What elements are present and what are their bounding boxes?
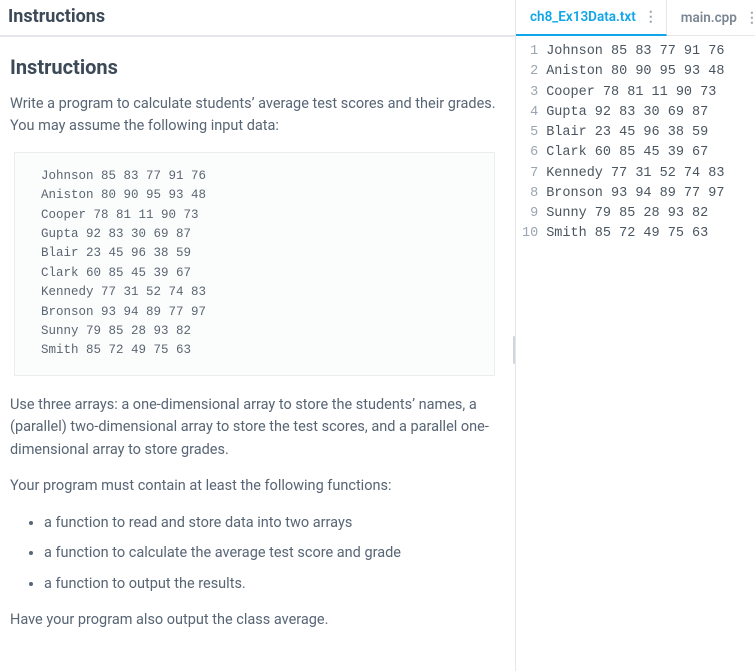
code-line[interactable]: Aniston 80 90 95 93 48 bbox=[546, 62, 755, 82]
line-number: 7 bbox=[522, 164, 538, 184]
code-line[interactable]: Bronson 93 94 89 77 97 bbox=[546, 184, 755, 204]
tab-bar: ch8_Ex13Data.txt ⋮ main.cpp ⋮ bbox=[516, 0, 755, 36]
line-number: 2 bbox=[522, 62, 538, 82]
requirement-item: a function to output the results. bbox=[44, 573, 499, 595]
intro-paragraph: Write a program to calculate students’ a… bbox=[10, 93, 499, 138]
line-number: 10 bbox=[522, 224, 538, 244]
sample-data-block: Johnson 85 83 77 91 76 Aniston 80 90 95 … bbox=[14, 152, 495, 376]
tab-ch8-ex13data-txt[interactable]: ch8_Ex13Data.txt ⋮ bbox=[516, 0, 667, 36]
pane-header: Instructions bbox=[0, 0, 515, 37]
code-line[interactable]: Johnson 85 83 77 91 76 bbox=[546, 42, 755, 62]
line-number: 9 bbox=[522, 204, 538, 224]
code-line[interactable]: Gupta 92 83 30 69 87 bbox=[546, 103, 755, 123]
line-number: 8 bbox=[522, 184, 538, 204]
editor-pane: ch8_Ex13Data.txt ⋮ main.cpp ⋮ 12345678910 J… bbox=[516, 0, 755, 671]
tab-label: main.cpp bbox=[681, 10, 737, 26]
line-number: 3 bbox=[522, 83, 538, 103]
arrays-paragraph: Use three arrays: a one-dimensional arra… bbox=[10, 394, 499, 461]
requirement-item: a function to read and store data into t… bbox=[44, 512, 499, 534]
tab-label: ch8_Ex13Data.txt bbox=[530, 9, 636, 25]
line-number: 1 bbox=[522, 42, 538, 62]
more-icon[interactable]: ⋮ bbox=[642, 10, 660, 24]
requirement-item: a function to calculate the average test… bbox=[44, 542, 499, 564]
pane-resize-handle[interactable] bbox=[513, 336, 516, 364]
code-line[interactable]: Smith 85 72 49 75 63 bbox=[546, 224, 755, 244]
code-line[interactable]: Kennedy 77 31 52 74 83 bbox=[546, 164, 755, 184]
code-content[interactable]: Johnson 85 83 77 91 76Aniston 80 90 95 9… bbox=[546, 42, 755, 671]
line-number: 6 bbox=[522, 143, 538, 163]
requirements-list: a function to read and store data into t… bbox=[10, 512, 499, 595]
code-line[interactable]: Clark 60 85 45 39 67 bbox=[546, 143, 755, 163]
line-number: 4 bbox=[522, 103, 538, 123]
instructions-body: Instructions Write a program to calculat… bbox=[0, 37, 515, 665]
more-icon[interactable]: ⋮ bbox=[743, 11, 755, 25]
app-container: Instructions Instructions Write a progra… bbox=[0, 0, 755, 671]
instructions-pane: Instructions Instructions Write a progra… bbox=[0, 0, 516, 671]
code-editor[interactable]: 12345678910 Johnson 85 83 77 91 76Anisto… bbox=[516, 36, 755, 671]
class-average-paragraph: Have your program also output the class … bbox=[10, 609, 499, 631]
code-line[interactable]: Cooper 78 81 11 90 73 bbox=[546, 83, 755, 103]
code-line[interactable]: Sunny 79 85 28 93 82 bbox=[546, 204, 755, 224]
code-line[interactable]: Blair 23 45 96 38 59 bbox=[546, 123, 755, 143]
line-number-gutter: 12345678910 bbox=[516, 42, 546, 671]
line-number: 5 bbox=[522, 123, 538, 143]
instructions-title: Instructions bbox=[10, 55, 499, 79]
functions-paragraph: Your program must contain at least the f… bbox=[10, 475, 499, 497]
tab-main-cpp[interactable]: main.cpp ⋮ bbox=[667, 0, 755, 35]
